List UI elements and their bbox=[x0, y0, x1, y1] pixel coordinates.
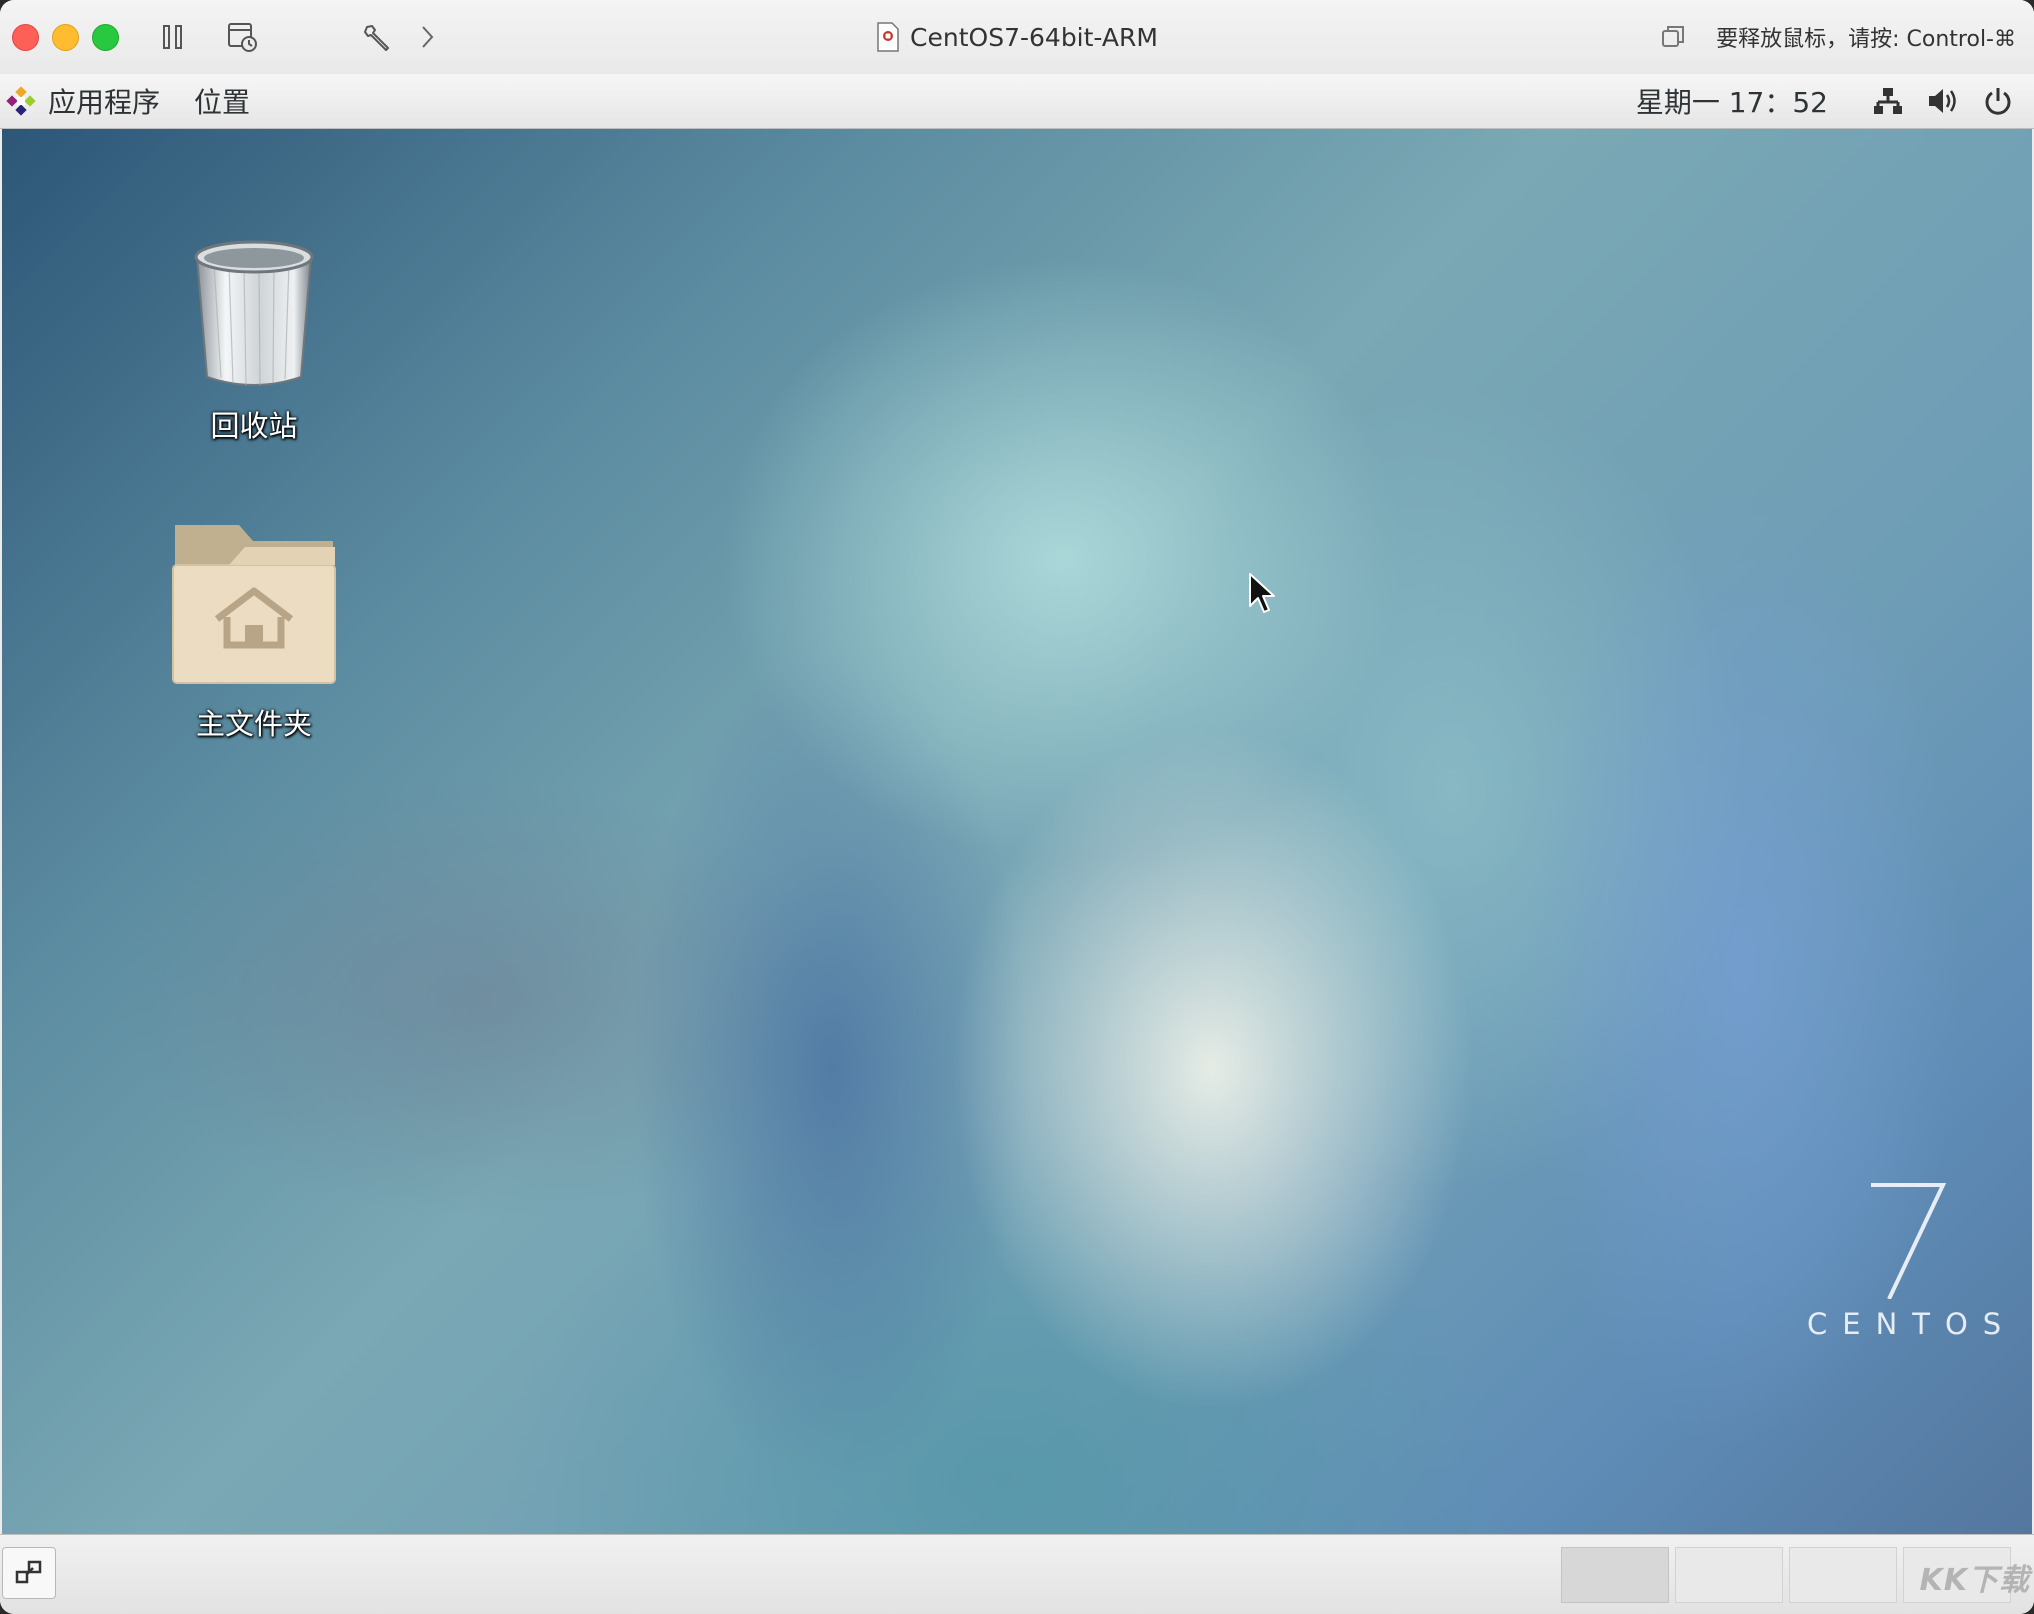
minimize-button[interactable] bbox=[52, 24, 79, 51]
workspace-1[interactable] bbox=[1561, 1547, 1669, 1603]
trash-icon bbox=[194, 240, 314, 386]
show-desktop-button[interactable] bbox=[2, 1547, 56, 1599]
places-menu[interactable]: 位置 bbox=[182, 81, 272, 121]
chevron-right-icon[interactable] bbox=[408, 18, 446, 56]
trash-desktop-icon[interactable]: 回收站 bbox=[144, 233, 364, 445]
settings-wrench-icon[interactable] bbox=[358, 18, 396, 56]
window-title: CentOS7-64bit-ARM bbox=[910, 22, 1158, 52]
network-icon[interactable] bbox=[1872, 85, 1904, 117]
release-mouse-hint: 要释放鼠标，请按: Control-⌘ bbox=[1716, 27, 2016, 52]
home-folder-desktop-icon[interactable]: 主文件夹 bbox=[144, 521, 364, 743]
vm-window: CentOS7-64bit-ARM 要释放鼠标，请按: Control-⌘ 应用… bbox=[0, 0, 2034, 1614]
vm-document-icon bbox=[877, 22, 899, 52]
workspace-3[interactable] bbox=[1789, 1547, 1897, 1603]
zoom-button[interactable] bbox=[92, 24, 119, 51]
pause-icon[interactable] bbox=[154, 18, 192, 56]
centos-logo-icon[interactable] bbox=[6, 86, 36, 116]
desktop[interactable]: 回收站 主文件夹 CENTOS bbox=[2, 129, 2032, 1534]
home-folder-icon bbox=[172, 525, 336, 684]
panel-clock[interactable]: 星期一 17：52 bbox=[1636, 81, 1828, 121]
watermark: KK下载 bbox=[1919, 1563, 2030, 1598]
centos-seven-mark bbox=[1871, 1183, 1947, 1300]
centos-wallpaper-logo: CENTOS bbox=[1807, 1169, 2007, 1341]
show-desktop-icon bbox=[15, 1560, 42, 1584]
volume-icon[interactable] bbox=[1926, 85, 1960, 117]
snapshot-icon[interactable] bbox=[224, 18, 262, 56]
home-folder-label: 主文件夹 bbox=[195, 707, 312, 741]
trash-label: 回收站 bbox=[210, 409, 298, 443]
unity-window-icon[interactable] bbox=[1660, 24, 1686, 50]
centos-wordmark: CENTOS bbox=[1807, 1307, 2017, 1341]
mouse-cursor-icon bbox=[1249, 573, 1275, 613]
close-button[interactable] bbox=[12, 24, 39, 51]
applications-menu[interactable]: 应用程序 bbox=[36, 81, 182, 121]
title-bar: CentOS7-64bit-ARM 要释放鼠标，请按: Control-⌘ bbox=[0, 0, 2034, 75]
gnome-bottom-panel: KK下载 bbox=[0, 1534, 2034, 1614]
gnome-top-panel: 应用程序 位置 星期一 17：52 bbox=[0, 74, 2034, 129]
workspace-2[interactable] bbox=[1675, 1547, 1783, 1603]
power-icon[interactable] bbox=[1982, 85, 2014, 117]
